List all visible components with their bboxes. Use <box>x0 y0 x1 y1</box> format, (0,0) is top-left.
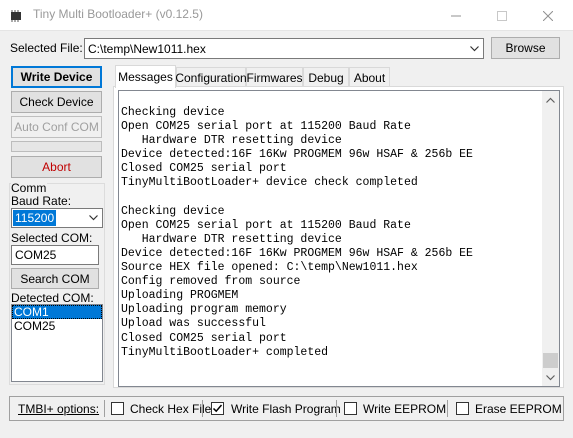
check-device-button[interactable]: Check Device <box>11 91 102 113</box>
chevron-down-icon[interactable] <box>85 209 102 227</box>
divider <box>447 400 448 417</box>
browse-button[interactable]: Browse <box>491 37 560 59</box>
search-com-button[interactable]: Search COM <box>11 268 99 289</box>
tab-about[interactable]: About <box>349 67 390 87</box>
check-hex-file-label[interactable]: Check Hex File <box>130 402 211 416</box>
maximize-icon[interactable] <box>479 0 525 31</box>
selected-com-value: COM25 <box>15 248 57 262</box>
selected-file-label: Selected File: <box>10 41 83 55</box>
scroll-down-icon[interactable] <box>542 369 559 386</box>
scroll-thumb[interactable] <box>543 353 558 368</box>
vertical-scrollbar[interactable] <box>542 91 559 386</box>
list-item[interactable]: COM1 <box>12 305 102 319</box>
auto-conf-com-button[interactable]: Auto Conf COM <box>11 116 102 138</box>
erase-eeprom-label[interactable]: Erase EEPROM <box>475 402 562 416</box>
list-item[interactable]: COM25 <box>12 319 102 333</box>
erase-eeprom-checkbox[interactable] <box>456 402 469 415</box>
tab-firmwares[interactable]: Firmwares <box>246 67 303 87</box>
baud-rate-label: Baud Rate: <box>11 194 72 208</box>
progress-bar <box>11 141 102 152</box>
selected-file-value: C:\temp\New1011.hex <box>88 42 206 56</box>
write-eeprom-label[interactable]: Write EEPROM <box>363 402 446 416</box>
check-hex-file-checkbox[interactable] <box>111 402 124 415</box>
chevron-down-icon[interactable] <box>466 39 483 58</box>
abort-button[interactable]: Abort <box>11 156 102 178</box>
scroll-up-icon[interactable] <box>542 91 559 108</box>
tab-messages[interactable]: Messages <box>115 65 176 88</box>
detected-com-list[interactable]: COM1 COM25 <box>11 304 103 382</box>
tab-configuration[interactable]: Configuration <box>175 67 247 87</box>
divider <box>104 400 105 417</box>
selected-com-label: Selected COM: <box>11 231 93 245</box>
write-flash-program-checkbox[interactable] <box>211 402 224 415</box>
title-bar: Tiny Multi Bootloader+ (v0.12.5) <box>0 0 573 31</box>
write-flash-program-label[interactable]: Write Flash Program <box>231 402 341 416</box>
write-eeprom-checkbox[interactable] <box>344 402 357 415</box>
write-device-button[interactable]: Write Device <box>11 66 102 88</box>
tmbi-options-bar: TMBI+ options: Check Hex File Write Flas… <box>9 396 564 421</box>
tmbi-options-label: TMBI+ options: <box>18 402 100 416</box>
minimize-icon[interactable] <box>433 0 479 31</box>
divider <box>202 400 203 417</box>
selected-com-field[interactable]: COM25 <box>11 245 99 265</box>
comm-group-label: Comm <box>11 181 48 195</box>
messages-log-text: Checking device Open COM25 serial port a… <box>121 106 473 359</box>
window-title: Tiny Multi Bootloader+ (v0.12.5) <box>33 7 203 21</box>
divider <box>336 400 337 417</box>
selected-file-combo[interactable]: C:\temp\New1011.hex <box>84 38 484 59</box>
tab-debug[interactable]: Debug <box>303 67 349 87</box>
baud-rate-select[interactable]: 115200 <box>11 208 103 228</box>
app-chip-icon <box>8 8 24 24</box>
detected-com-label: Detected COM: <box>11 291 94 305</box>
close-icon[interactable] <box>525 0 571 31</box>
baud-rate-value: 115200 <box>13 210 57 226</box>
messages-log[interactable]: Checking device Open COM25 serial port a… <box>118 90 560 387</box>
